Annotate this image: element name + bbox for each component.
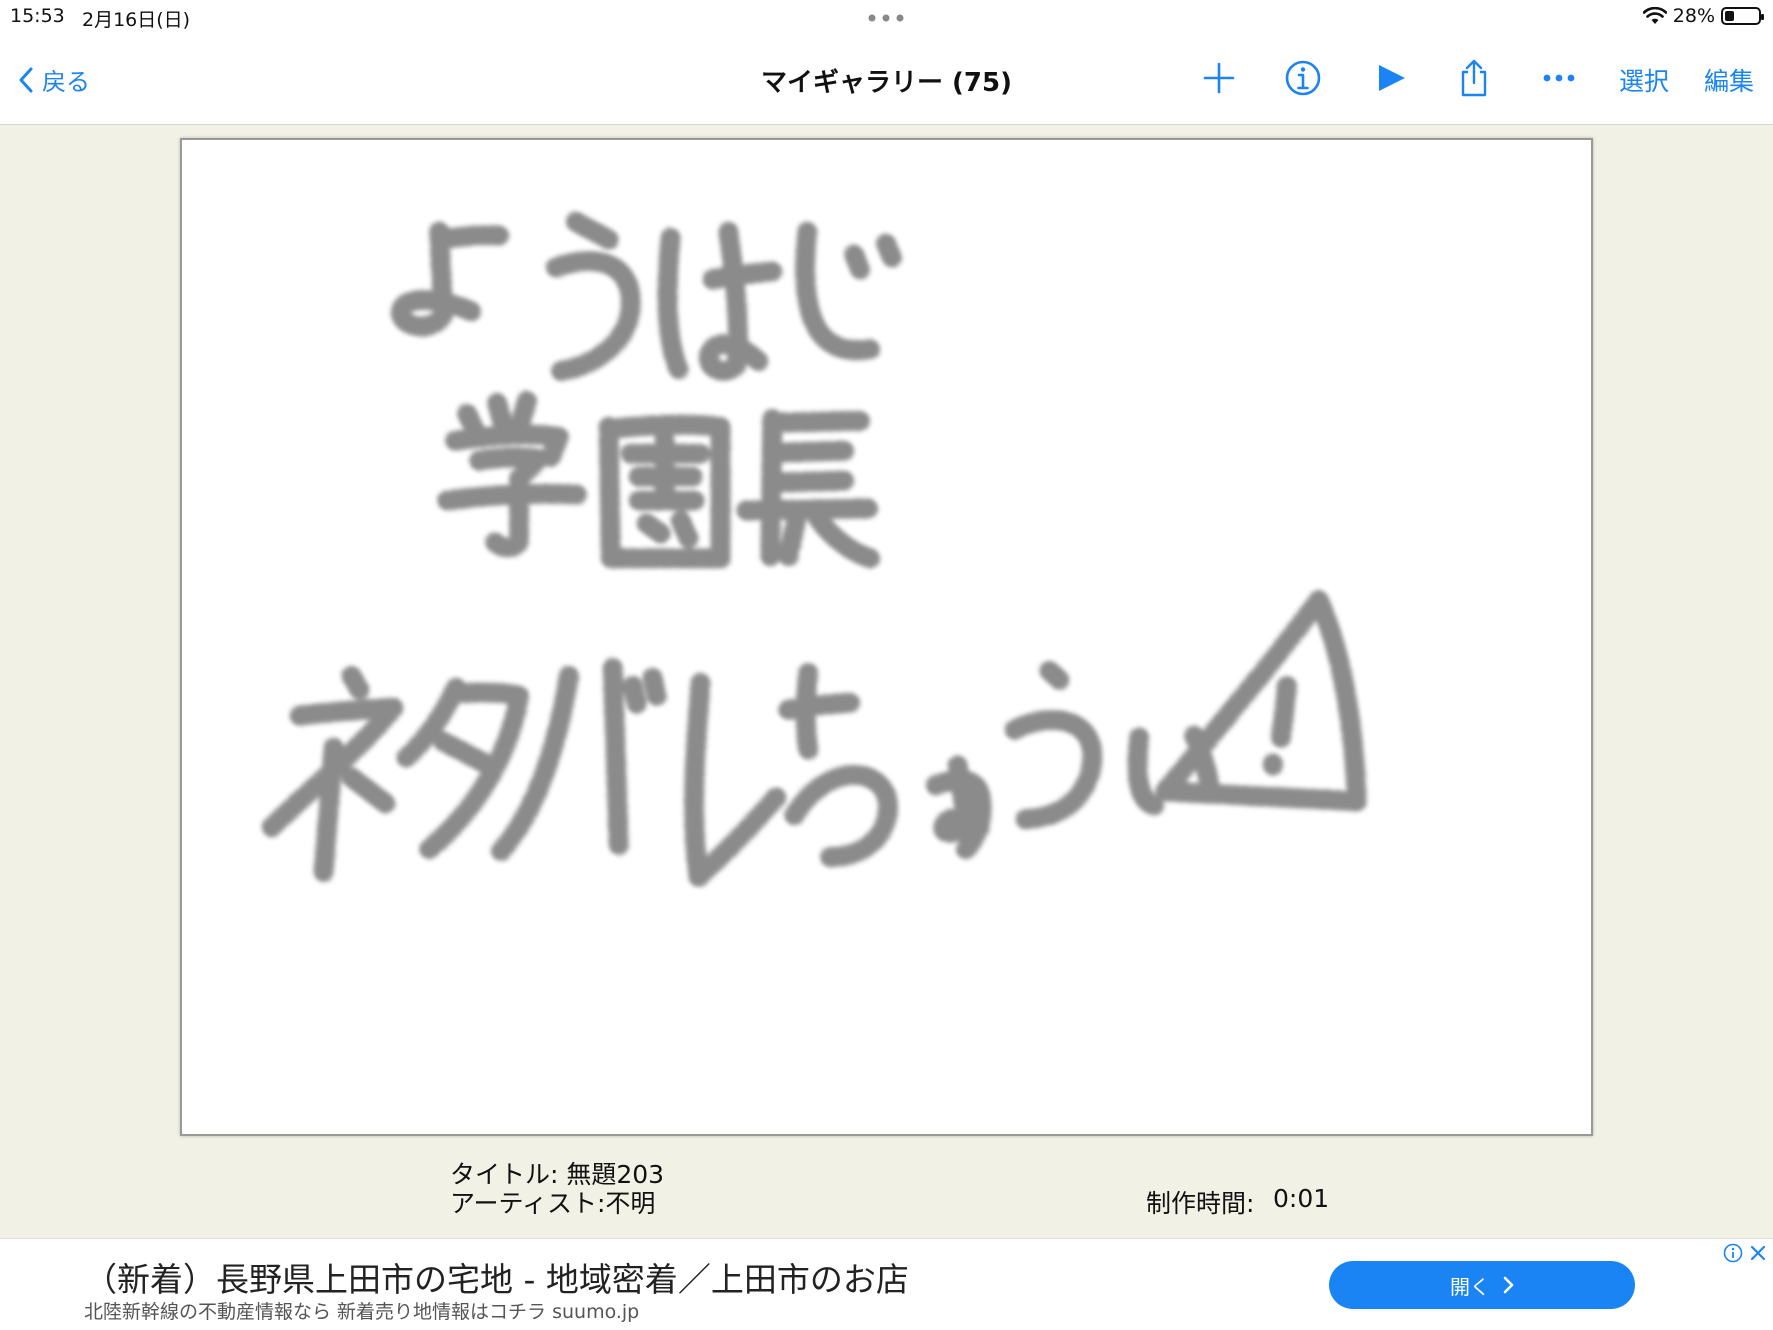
ad-info-icon[interactable] <box>1723 1243 1743 1263</box>
multitasking-dots-icon[interactable] <box>866 13 906 23</box>
artwork-artist: アーティスト:不明 <box>450 1189 656 1218</box>
select-button[interactable]: 選択 <box>1619 62 1669 98</box>
artwork-canvas[interactable] <box>180 138 1593 1136</box>
status-right: 28% <box>1642 5 1764 27</box>
ad-close-icon[interactable] <box>1748 1243 1768 1263</box>
page-title: マイギャラリー (75) <box>761 68 1012 98</box>
navigation-bar: 戻る マイギャラリー (75) 選択 編集 <box>0 36 1773 125</box>
ad-banner[interactable]: （新着）長野県上田市の宅地 - 地域密着／上田市のお店 北陸新幹線の不動産情報な… <box>0 1238 1773 1330</box>
edit-button[interactable]: 編集 <box>1704 62 1754 98</box>
status-time: 15:53 <box>10 5 65 27</box>
handwritten-line-2 <box>437 390 881 569</box>
play-icon[interactable] <box>1371 58 1411 98</box>
wifi-icon <box>1642 7 1667 24</box>
back-label: 戻る <box>42 68 90 96</box>
back-button[interactable]: 戻る <box>18 62 90 97</box>
ad-subtext: 北陸新幹線の不動産情報なら 新着売り地情報はコチラ suumo.jp <box>84 1301 640 1323</box>
chevron-right-icon <box>1503 1276 1514 1294</box>
more-icon[interactable] <box>1539 58 1579 98</box>
ad-open-label: 開く <box>1450 1274 1490 1299</box>
handwritten-line-1 <box>391 211 902 382</box>
battery-percent: 28% <box>1672 5 1715 27</box>
creation-time-value: 0:01 <box>1273 1184 1330 1213</box>
battery-icon <box>1721 7 1764 25</box>
handwritten-drawing <box>261 211 1367 887</box>
status-date: 2月16日(日) <box>82 9 191 31</box>
chevron-left-icon <box>19 67 33 92</box>
plus-icon[interactable] <box>1199 58 1239 98</box>
info-icon[interactable] <box>1283 58 1323 98</box>
creation-time-label: 制作時間: <box>1146 1189 1255 1218</box>
status-bar: 15:53 2月16日(日) 28% <box>0 0 1773 36</box>
share-icon[interactable] <box>1454 58 1494 98</box>
handwritten-line-3 <box>261 590 1367 887</box>
ad-open-button[interactable]: 開く <box>1329 1261 1635 1309</box>
ad-headline[interactable]: （新着）長野県上田市の宅地 - 地域密着／上田市のお店 <box>84 1253 909 1301</box>
